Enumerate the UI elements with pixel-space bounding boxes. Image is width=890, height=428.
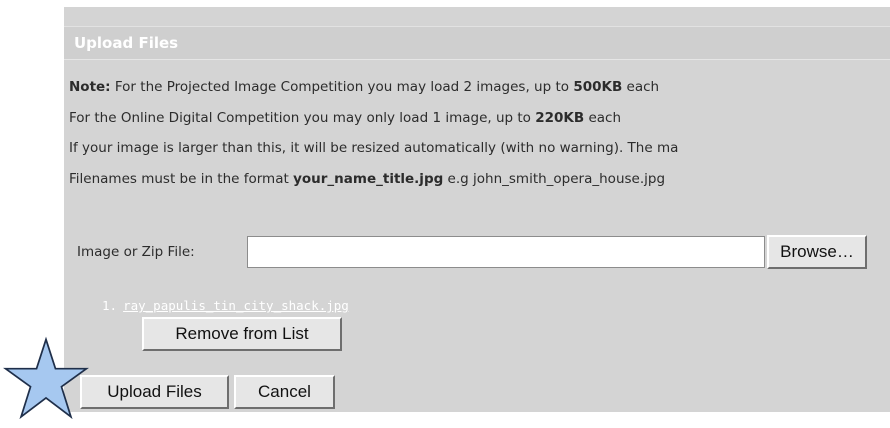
list-item-number: 1. [102, 298, 118, 313]
note-suffix: each [622, 79, 660, 95]
browse-button[interactable]: Browse… [767, 235, 867, 269]
note-limit: 500KB [573, 79, 623, 95]
note-prefix: Note: [69, 79, 111, 95]
note-limit: 220KB [535, 110, 585, 126]
note-line-filename: Filenames must be in the format your_nam… [69, 171, 665, 187]
upload-panel [64, 7, 890, 412]
panel-title: Upload Files [74, 34, 179, 52]
list-item-filename[interactable]: ray_papulis_tin_city_shack.jpg [123, 298, 349, 313]
note-suffix: e.g john_smith_opera_house.jpg [443, 171, 666, 187]
remove-from-list-button[interactable]: Remove from List [142, 317, 342, 351]
list-item: 1. ray_papulis_tin_city_shack.jpg [102, 298, 349, 313]
note-line-online: For the Online Digital Competition you m… [69, 110, 621, 126]
note-line-resize: If your image is larger than this, it wi… [69, 140, 678, 156]
note-suffix: each [584, 110, 622, 126]
cancel-button[interactable]: Cancel [234, 375, 335, 409]
file-path-input[interactable] [247, 236, 765, 268]
note-text: If your image is larger than this, it wi… [69, 140, 679, 156]
filename-format: your_name_title.jpg [293, 171, 444, 187]
note-line-projected: Note: For the Projected Image Competitio… [69, 79, 659, 95]
note-text: For the Projected Image Competition you … [110, 79, 574, 95]
star-icon [3, 336, 89, 420]
note-text: For the Online Digital Competition you m… [69, 110, 536, 126]
panel-header: Upload Files [64, 26, 890, 60]
note-text: Filenames must be in the format [69, 171, 294, 187]
file-input-label: Image or Zip File: [77, 244, 195, 260]
upload-files-button[interactable]: Upload Files [80, 375, 229, 409]
